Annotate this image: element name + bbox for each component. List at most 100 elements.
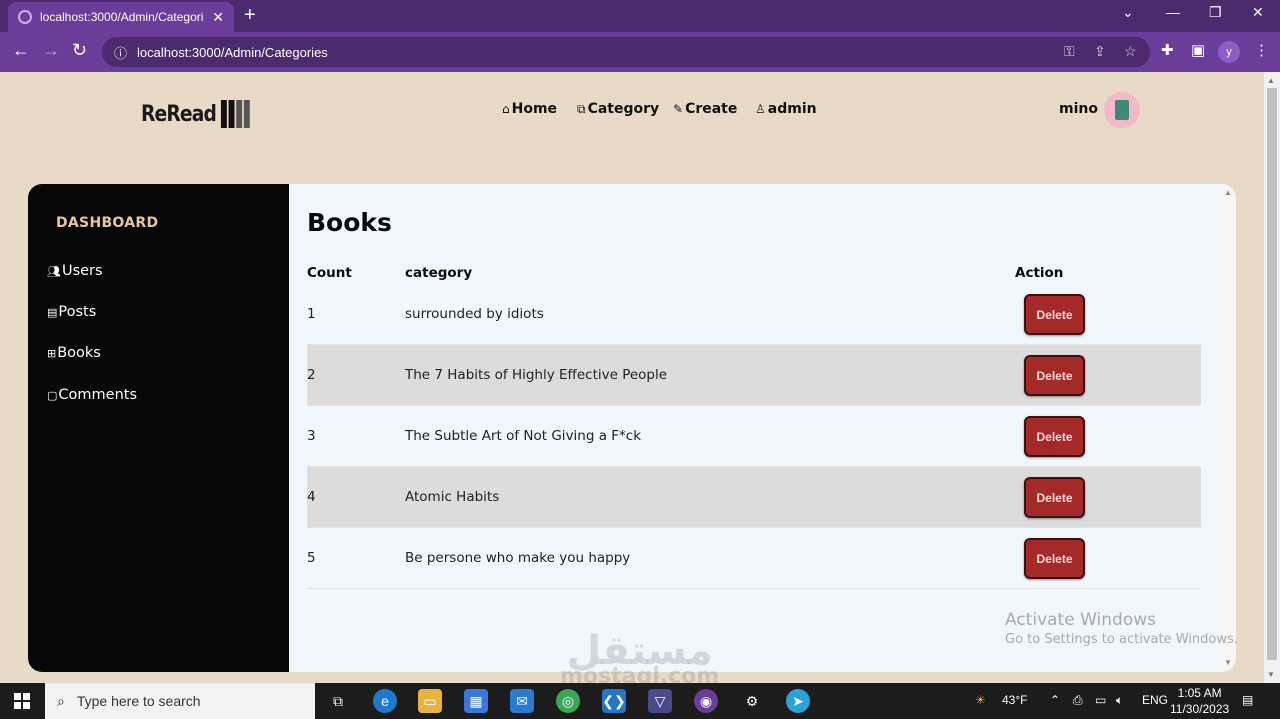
column-header-action: Action [1015,265,1064,281]
table-row: 1 surrounded by idiots Delete [307,284,1201,345]
browser-toolbar: ← → ↻ ⓘ localhost:3000/Admin/Categories … [0,32,1280,72]
meet-icon[interactable]: ⎙ [1073,693,1083,708]
books-logo-icon [221,100,251,128]
row-category: The Subtle Art of Not Giving a F*ck [405,428,642,444]
column-header-count: Count [307,265,352,281]
menu-icon[interactable]: ⋮ [1254,41,1269,59]
column-header-category: category [405,265,473,281]
extensions-icon[interactable]: ✚ [1161,41,1174,59]
address-bar[interactable]: ⓘ localhost:3000/Admin/Categories ⚿ ⇪ ☆ [102,37,1150,67]
row-count: 2 [307,367,316,383]
table-row: 5 Be persone who make you happy Delete [307,528,1201,589]
volume-icon[interactable]: 🔈︎ [1116,693,1123,708]
edge-icon[interactable]: e [373,689,397,713]
user-avatar[interactable] [1104,92,1140,128]
chevron-up-icon[interactable]: ⌃ [1050,693,1060,707]
url-text: localhost:3000/Admin/Categories [137,44,328,60]
weather-temp[interactable]: 43°F [1002,693,1027,707]
taskbar-search[interactable]: ⌕ Type here to search [45,683,315,719]
weather-icon: ☀ [975,693,986,707]
newspaper-icon: ▤ [47,305,58,319]
logo-text: ReRead [141,101,217,127]
star-icon[interactable]: ☆ [1124,43,1137,60]
row-category: Atomic Habits [405,489,500,505]
side-panel-icon[interactable]: ▣ [1191,41,1205,59]
site-logo[interactable]: ReRead [141,100,251,128]
vscode-icon[interactable]: ❮❯ [602,689,626,713]
row-count: 3 [307,428,316,444]
nav-admin-label: admin [767,101,817,117]
chrome-profile-icon[interactable]: ◉ [694,689,718,713]
back-icon[interactable]: ← [12,40,30,61]
tab-search-icon[interactable]: ⌄ [1122,4,1134,21]
nav-admin[interactable]: ♙ admin [755,101,817,117]
file-explorer-icon[interactable]: ▭ [418,689,442,713]
nav-create-label: Create [685,101,738,117]
sidebar-item-books[interactable]: ⊞ Books [47,345,101,361]
delete-button[interactable]: Delete [1024,538,1085,579]
settings-icon[interactable]: ⚙ [740,689,764,713]
sidebar-item-label: Posts [58,304,97,320]
app-icon[interactable]: ▽ [648,689,672,713]
scroll-down-icon[interactable]: ▼ [1267,670,1275,679]
search-icon: ⌕ [57,692,65,709]
row-category: surrounded by idiots [405,306,544,322]
sidebar-item-posts[interactable]: ▤ Posts [47,304,96,320]
row-count: 1 [307,306,316,322]
delete-button[interactable]: Delete [1024,294,1085,335]
page-scrollbar[interactable]: ▲ ▼ [1264,72,1280,683]
windows-start-icon[interactable] [14,693,30,709]
nav-home[interactable]: ⌂ Home [502,101,557,117]
telegram-icon[interactable]: ➤ [786,689,810,713]
activate-windows-notice: Activate Windows Go to Settings to activ… [1005,610,1238,647]
forward-icon[interactable]: → [42,40,60,61]
scroll-up-icon[interactable]: ▲ [1224,188,1232,197]
key-icon[interactable]: ⚿ [1064,43,1075,60]
clock-time: 1:05 AM [1177,686,1222,700]
language-indicator[interactable]: ENG [1142,693,1168,707]
sidebar-item-comments[interactable]: ▢ Comments [47,387,137,403]
user-name[interactable]: mino [1059,101,1098,117]
battery-icon[interactable]: ▭ [1095,693,1106,707]
scroll-down-icon[interactable]: ▼ [1224,658,1232,667]
sidebar-item-users[interactable]: 👥︎ Users [47,263,103,279]
table-row: 2 The 7 Habits of Highly Effective Peopl… [307,345,1201,406]
minimize-button[interactable]: — [1166,4,1180,20]
clock[interactable]: 1:05 AM 11/30/2023 [1170,685,1229,717]
nav-create[interactable]: ✎ Create [673,101,737,117]
sidebar-heading: DASHBOARD [56,215,159,231]
store-icon[interactable]: ▦ [464,689,488,713]
close-tab-icon[interactable]: ✕ [212,9,224,26]
globe-icon [18,10,32,24]
restore-button[interactable]: ❐ [1209,4,1222,21]
people-icon: 👥︎ [47,264,61,278]
nav-category-label: Category [587,101,660,117]
delete-button[interactable]: Delete [1024,355,1085,396]
scroll-thumb[interactable] [1267,88,1277,660]
scroll-up-icon[interactable]: ▲ [1267,76,1275,85]
mail-icon[interactable]: ✉ [510,689,534,713]
content-scrollbar[interactable]: ▲ ▼ [1220,184,1236,672]
chrome-icon[interactable]: ◎ [556,689,580,713]
sidebar-item-label: Users [61,263,103,279]
new-tab-button[interactable]: + [244,4,256,27]
notification-icon[interactable]: ▤ [1242,693,1253,707]
reload-icon[interactable]: ↻ [72,40,87,61]
nav-category[interactable]: ⧉ Category [577,101,659,117]
page-title: Books [307,208,392,237]
profile-avatar[interactable]: y [1218,41,1240,63]
home-icon: ⌂ [502,102,510,116]
task-view-icon[interactable]: ⧉ [326,689,350,713]
delete-button[interactable]: Delete [1024,416,1085,457]
table-row: 3 The Subtle Art of Not Giving a F*ck De… [307,406,1201,467]
tab-title: localhost:3000/Admin/Categories [40,10,205,24]
browser-tab[interactable]: localhost:3000/Admin/Categories ✕ [8,2,234,32]
info-icon[interactable]: ⓘ [114,43,127,62]
share-icon[interactable]: ⇪ [1094,43,1106,60]
delete-button[interactable]: Delete [1024,477,1085,518]
row-category: Be persone who make you happy [405,550,631,566]
table-row: 4 Atomic Habits Delete [307,467,1201,528]
close-window-button[interactable]: ✕ [1252,4,1264,21]
row-count: 5 [307,550,316,566]
browser-titlebar: localhost:3000/Admin/Categories ✕ + ⌄ — … [0,0,1280,32]
